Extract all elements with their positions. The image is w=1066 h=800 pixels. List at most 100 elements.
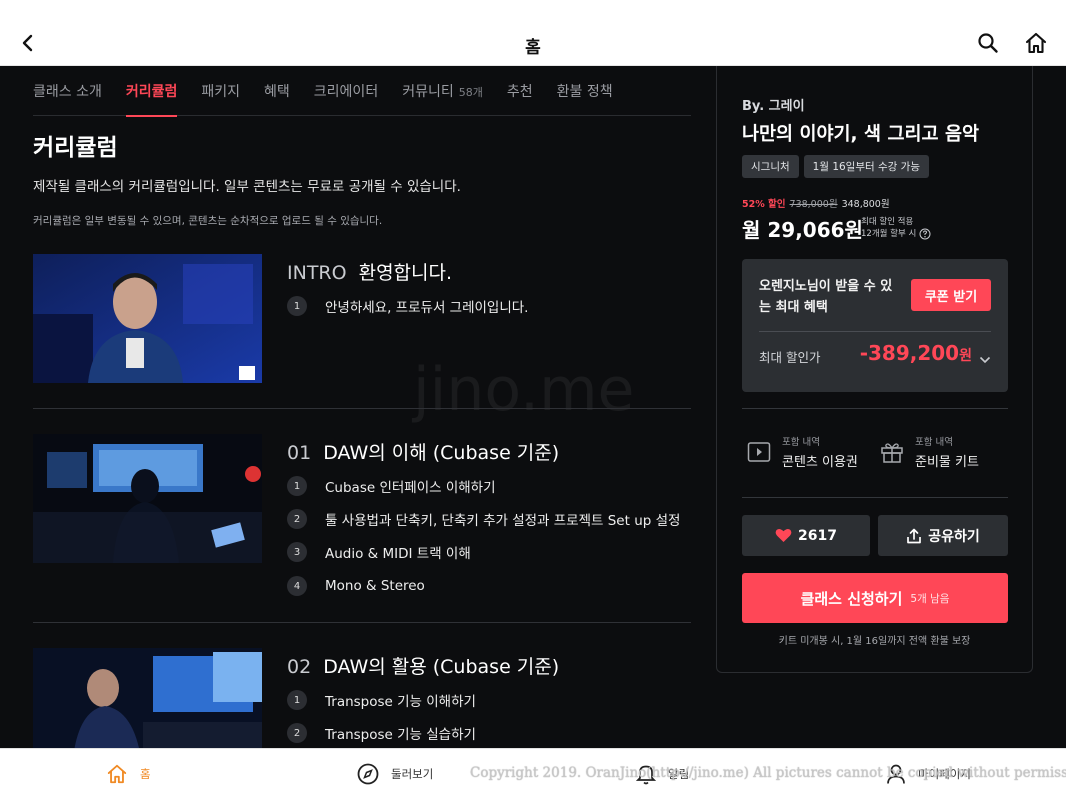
section-thumbnail[interactable] [33,648,262,748]
remaining-count: 5개 남음 [910,592,950,605]
gift-icon [879,439,905,465]
tab-label: 환불 정책 [556,84,613,100]
compass-icon [357,763,379,785]
tab-intro[interactable]: 클래스 소개 [33,66,102,116]
get-coupon-button[interactable]: 쿠폰 받기 [911,279,991,311]
home-icon [107,764,127,784]
lesson-title: Cubase 인터페이스 이해하기 [325,480,496,496]
top-bar: 홈 [0,0,1066,66]
benefit-divider [759,331,991,332]
section-number: INTRO [287,262,347,284]
section-divider [33,408,691,409]
lesson-item[interactable]: 4 Mono & Stereo [287,576,425,596]
search-button[interactable] [977,32,999,58]
share-label: 공유하기 [928,528,980,545]
community-count: 58개 [458,86,483,99]
curriculum-section-01: 01 DAW의 이해 (Cubase 기준) 1 Cubase 인터페이스 이해하… [33,434,691,609]
class-purchase-panel: By. 그레이 나만의 이야기, 색 그리고 음악 시그니처 1월 16일부터 … [716,66,1033,673]
tab-creator[interactable]: 크리에이터 [314,66,378,116]
studio-photo [33,648,262,748]
lesson-number: 3 [287,542,307,562]
start-date-badge: 1월 16일부터 수강 가능 [803,155,929,178]
class-badges: 시그니처 1월 16일부터 수강 가능 [742,155,929,178]
section-title: DAW의 활용 (Cubase 기준) [323,656,560,678]
panel-divider [742,408,1008,409]
max-discount-price: -389,200원 [860,341,972,365]
home-icon [1025,32,1047,54]
tab-label: 클래스 소개 [33,84,102,100]
tab-curriculum[interactable]: 커리큘럼 [125,66,178,117]
tab-label: 패키지 [201,84,241,100]
lesson-title: 안녕하세요, 프로듀서 그레이입니다. [325,300,529,316]
section-thumbnail[interactable] [33,254,262,383]
lesson-item[interactable]: 3 Audio & MIDI 트랙 이해 [287,542,471,562]
monthly-note-line: 최대 할인 적용 [861,217,914,227]
nav-home[interactable]: 홈 [106,763,151,785]
lesson-number: 1 [287,296,307,316]
tab-label: 커리큘럼 [125,84,178,100]
tab-package[interactable]: 패키지 [201,66,240,116]
price-summary: 52% 할인 738,000원 348,800원 [742,196,890,210]
include-content-pass: 포함 내역 콘텐츠 이용권 [746,434,858,470]
lesson-title: 툴 사용법과 단축키, 단축키 추가 설정과 프로젝트 Set up 설정 [325,513,681,529]
nav-label: 둘러보기 [391,767,434,781]
lesson-item[interactable]: 1 Cubase 인터페이스 이해하기 [287,476,496,496]
share-button[interactable]: 공유하기 [878,515,1008,556]
lesson-item[interactable]: 1 안녕하세요, 프로듀서 그레이입니다. [287,296,528,316]
tab-label: 커뮤니티 [402,84,454,100]
include-kit: 포함 내역 준비물 키트 [879,434,979,470]
lesson-item[interactable]: 1 Transpose 기능 이해하기 [287,690,476,710]
include-value: 준비물 키트 [915,455,979,470]
lesson-number: 1 [287,690,307,710]
instructor-photo [33,254,262,383]
section-tabs: 클래스 소개 커리큘럼 패키지 혜택 크리에이터 커뮤니티 58개 추천 환불 정… [33,66,691,117]
benefit-text: 오렌지노님이 받을 수 있는 최대 혜택 [759,279,893,315]
tab-refund-policy[interactable]: 환불 정책 [557,66,613,116]
play-icon [746,439,772,465]
help-icon[interactable] [919,228,931,240]
section-title: 환영합니다. [358,262,453,284]
bottom-navigation: 홈 둘러보기 알림 마이페이지 Copyright 2019. OranJino… [0,748,1066,800]
home-button[interactable] [1024,31,1048,59]
curriculum-title: 커리큘럼 [33,135,118,161]
tab-label: 크리에이터 [313,84,379,100]
like-button[interactable]: 2617 [742,515,870,556]
max-discount-value: -389,200 [859,341,960,365]
creator-name: By. 그레이 [742,99,805,114]
tab-benefits[interactable]: 혜택 [264,66,290,116]
expand-discount-toggle[interactable] [979,349,991,368]
curriculum-note: 커리큘럼은 일부 변동될 수 있으며, 콘텐츠는 순차적으로 업로드 될 수 있… [33,215,383,227]
tab-recommend[interactable]: 추천 [507,66,533,116]
include-caption: 포함 내역 [782,437,820,448]
curriculum-section-intro: INTRO 환영합니다. 1 안녕하세요, 프로듀서 그레이입니다. [33,254,691,384]
lesson-title: Mono & Stereo [325,578,425,594]
original-price: 738,000원 [789,199,838,210]
discount-rate: 52% 할인 [742,199,786,210]
lesson-item[interactable]: 2 툴 사용법과 단축키, 단축키 추가 설정과 프로젝트 Set up 설정 [287,509,680,529]
chevron-down-icon [979,356,991,364]
lesson-number: 2 [287,509,307,529]
share-icon [907,528,922,543]
apply-class-button[interactable]: 클래스 신청하기 5개 남음 [742,573,1008,623]
nav-label: 홈 [140,767,151,781]
section-thumbnail[interactable] [33,434,262,563]
sale-price: 348,800원 [841,199,890,210]
studio-photo [33,434,262,563]
panel-divider [742,497,1008,498]
monthly-price: 월 29,066원 [742,218,863,242]
lesson-number: 2 [287,723,307,743]
curriculum-section-02: 02 DAW의 활용 (Cubase 기준) 1 Transpose 기능 이해하… [33,648,691,748]
max-discount-label: 최대 할인가 [759,350,821,365]
lesson-item[interactable]: 2 Transpose 기능 실습하기 [287,723,476,743]
signature-badge: 시그니처 [742,155,799,178]
tab-community[interactable]: 커뮤니티 58개 [402,66,483,116]
section-title: DAW의 이해 (Cubase 기준) [323,442,560,464]
section-heading: 02 DAW의 활용 (Cubase 기준) [287,652,559,679]
search-icon [978,33,998,53]
tab-label: 추천 [506,84,533,100]
nav-explore[interactable]: 둘러보기 [357,763,433,785]
lesson-title: Transpose 기능 실습하기 [325,727,476,743]
copyright-watermark: Copyright 2019. OranJino(http://jino.me)… [470,765,1066,781]
class-title: 나만의 이야기, 색 그리고 음악 [742,124,980,145]
section-heading: 01 DAW의 이해 (Cubase 기준) [287,438,559,465]
